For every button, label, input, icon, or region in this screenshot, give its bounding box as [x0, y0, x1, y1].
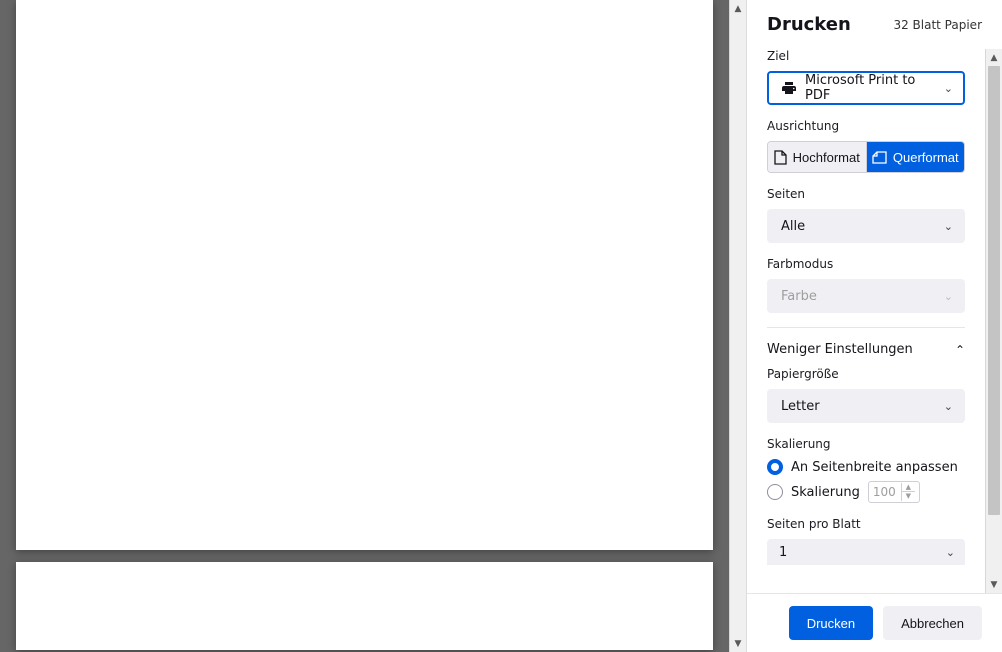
pages-per-sheet-label: Seiten pro Blatt — [767, 517, 965, 531]
paper-size-value: Letter — [781, 399, 944, 414]
pages-per-sheet-value: 1 — [779, 545, 787, 560]
orientation-portrait-button[interactable]: Hochformat — [768, 142, 867, 172]
printer-icon — [781, 80, 797, 96]
destination-label: Ziel — [767, 49, 965, 63]
paper-size-select[interactable]: Letter ⌄ — [767, 389, 965, 423]
landscape-page-icon — [872, 151, 887, 164]
pages-group: Seiten Alle ⌄ — [767, 187, 965, 243]
destination-group: Ziel Microsoft Print to PDF ⌄ — [767, 49, 965, 105]
stepper-down-icon[interactable]: ▼ — [902, 492, 915, 501]
orientation-group: Ausrichtung Hochformat Querf — [767, 119, 965, 173]
scroll-up-icon[interactable]: ▲ — [730, 0, 746, 17]
destination-select[interactable]: Microsoft Print to PDF ⌄ — [767, 71, 965, 105]
pages-per-sheet-group: Seiten pro Blatt 1 ⌄ — [767, 517, 965, 565]
fit-width-radio[interactable]: An Seitenbreite anpassen — [767, 459, 965, 475]
sheet-count: 32 Blatt Papier — [893, 18, 982, 32]
chevron-down-icon: ⌄ — [944, 82, 953, 95]
pages-select[interactable]: Alle ⌄ — [767, 209, 965, 243]
preview-pane: ▲ ▼ — [0, 0, 746, 652]
pages-value: Alle — [781, 219, 944, 234]
chevron-up-icon: ⌃ — [955, 343, 965, 357]
stepper-up-icon[interactable]: ▲ — [902, 483, 915, 492]
scroll-down-icon[interactable]: ▼ — [730, 635, 746, 652]
custom-scale-radio[interactable]: Skalierung — [767, 484, 860, 500]
orientation-label: Ausrichtung — [767, 119, 965, 133]
pages-per-sheet-select[interactable]: 1 ⌄ — [767, 539, 965, 565]
dialog-title: Drucken — [767, 14, 851, 35]
sidebar-footer: Drucken Abbrechen — [747, 593, 1002, 652]
settings-toggle-label: Weniger Einstellungen — [767, 342, 913, 357]
sidebar-header: Drucken 32 Blatt Papier — [747, 0, 1002, 49]
color-group: Farbmodus Farbe ⌄ — [767, 257, 965, 313]
scrollbar-thumb[interactable] — [988, 66, 1000, 515]
preview-page-1 — [16, 0, 713, 550]
pages-label: Seiten — [767, 187, 965, 201]
scaling-label: Skalierung — [767, 437, 965, 451]
print-button[interactable]: Drucken — [789, 606, 873, 640]
preview-scrollbar[interactable]: ▲ ▼ — [729, 0, 746, 652]
color-label: Farbmodus — [767, 257, 965, 271]
scroll-up-icon[interactable]: ▲ — [986, 49, 1002, 66]
scaling-group: Skalierung An Seitenbreite anpassen Skal… — [767, 437, 965, 503]
scale-value-input[interactable]: 100 ▲ ▼ — [868, 481, 920, 503]
chevron-down-icon: ⌄ — [944, 400, 953, 413]
radio-checked-icon — [767, 459, 783, 475]
sidebar-scrollbar[interactable]: ▲ ▼ — [985, 49, 1002, 593]
color-select: Farbe ⌄ — [767, 279, 965, 313]
print-settings-sidebar: Drucken 32 Blatt Papier Ziel Microsoft P… — [746, 0, 1002, 652]
chevron-down-icon: ⌄ — [944, 220, 953, 233]
cancel-button[interactable]: Abbrechen — [883, 606, 982, 640]
scroll-down-icon[interactable]: ▼ — [986, 576, 1002, 593]
orientation-toggle: Hochformat Querformat — [767, 141, 965, 173]
print-dialog: ▲ ▼ Drucken 32 Blatt Papier Ziel Microso… — [0, 0, 1002, 652]
color-value: Farbe — [781, 289, 944, 304]
paper-size-group: Papiergröße Letter ⌄ — [767, 367, 965, 423]
orientation-landscape-button[interactable]: Querformat — [867, 142, 965, 172]
preview-scroll[interactable] — [0, 0, 729, 652]
portrait-page-icon — [774, 150, 787, 165]
destination-value: Microsoft Print to PDF — [805, 73, 944, 103]
sidebar-body: Ziel Microsoft Print to PDF ⌄ Ausrichtun… — [747, 49, 1002, 593]
paper-size-label: Papiergröße — [767, 367, 965, 381]
preview-page-2 — [16, 562, 713, 650]
chevron-down-icon: ⌄ — [946, 546, 955, 559]
chevron-down-icon: ⌄ — [944, 290, 953, 303]
radio-unchecked-icon — [767, 484, 783, 500]
settings-toggle[interactable]: Weniger Einstellungen ⌃ — [767, 327, 965, 367]
